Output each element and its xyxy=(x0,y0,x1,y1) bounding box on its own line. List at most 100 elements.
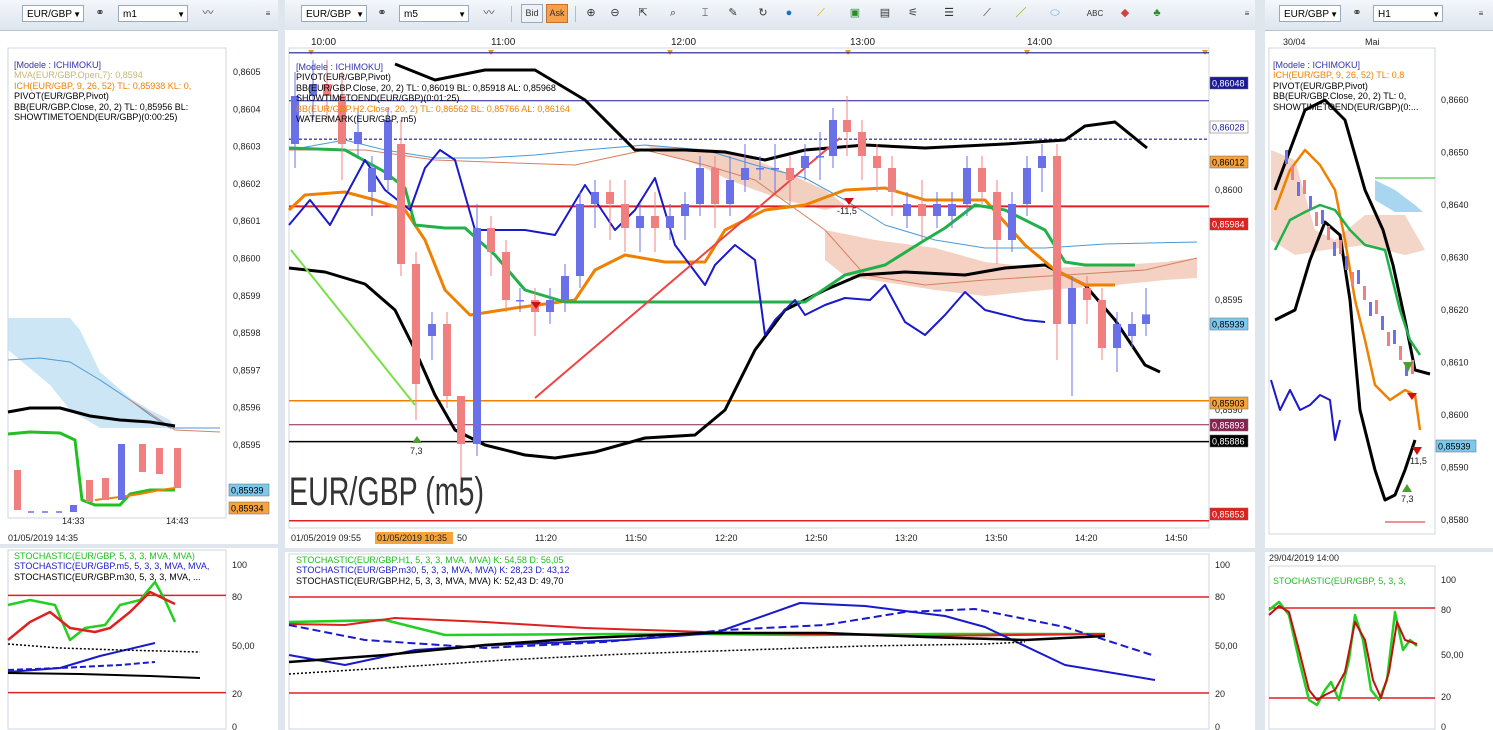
legend-line: BB(EUR/GBP.Close, 20, 2) TL: 0, xyxy=(1273,91,1407,102)
candle-body xyxy=(801,156,809,168)
price-tag: 0,86028 xyxy=(1212,123,1245,133)
stochastic-axis-label: 80 xyxy=(232,592,242,602)
stochastic-axis-label: 100 xyxy=(232,560,247,570)
bottom-time-label: 13:20 xyxy=(895,533,918,543)
candle-body xyxy=(873,156,881,168)
legend-line: STOCHASTIC(EUR/GBP.H1, 5, 3, 3, MVA, MVA… xyxy=(296,555,564,565)
top-time-label: Mai xyxy=(1365,37,1380,47)
candle-body xyxy=(1387,332,1390,346)
candle-body xyxy=(487,228,495,252)
legend-line: [Modele : ICHIMOKU] xyxy=(1273,60,1361,70)
price-axis-label: 0,8600 xyxy=(1441,410,1469,420)
stochastic-axis-label: 20 xyxy=(1215,689,1225,699)
ichimoku-cloud xyxy=(1375,180,1423,212)
candle-body xyxy=(993,192,1001,240)
candle-body xyxy=(1327,226,1330,240)
candle-body xyxy=(933,204,941,216)
price-axis-label: 0,8600 xyxy=(233,254,261,264)
bottom-time-label: 11:20 xyxy=(535,533,557,543)
candle-body xyxy=(888,168,896,192)
left-indicator-legend: [Modele : ICHIMOKU] MVA(EUR/GBP.Open,7): … xyxy=(14,60,191,122)
candle-body xyxy=(1008,204,1016,240)
bottom-time-label: 12:50 xyxy=(805,533,828,543)
legend-line: [Modele : ICHIMOKU] xyxy=(296,62,384,72)
legend-line: PIVOT(EUR/GBP,Pivot) xyxy=(296,72,391,83)
price-axis-label: 0,8602 xyxy=(233,179,261,189)
signal-label: 7,3 xyxy=(410,446,423,456)
candle-body xyxy=(412,264,420,384)
candle-body xyxy=(903,204,911,216)
candle-body xyxy=(397,144,405,264)
candle-body xyxy=(1315,212,1318,226)
price-axis-label: 0,8596 xyxy=(233,403,261,413)
price-axis-label: 0,8600 xyxy=(1215,185,1243,195)
legend-line: BB(EUR/GBP.Close, 20, 2) TL: 0,86019 BL:… xyxy=(296,82,556,93)
stochastic-axis-label: 50,00 xyxy=(1441,650,1464,660)
stochastic-m30-d xyxy=(7,643,201,653)
candle-body xyxy=(606,192,614,204)
candle-body xyxy=(473,228,481,444)
candle-body xyxy=(1381,316,1384,330)
price-axis-label: 0,8610 xyxy=(1441,358,1469,368)
price-axis-label: 0,8590 xyxy=(1441,463,1469,473)
bottom-time-label: 14:50 xyxy=(1165,533,1188,543)
time-label: 14:33 xyxy=(62,516,85,526)
candle-body xyxy=(816,156,824,158)
candle-body xyxy=(354,132,362,144)
top-time-label: 11:00 xyxy=(491,37,516,48)
candle-body xyxy=(1369,302,1372,316)
price-axis-label: 0,8595 xyxy=(1215,295,1243,305)
candle-body xyxy=(829,120,837,156)
price-tag: 0,85903 xyxy=(1212,399,1245,409)
center-indicator-legend: [Modele : ICHIMOKU] PIVOT(EUR/GBP,Pivot) B… xyxy=(296,62,570,124)
price-axis-label: 0,8601 xyxy=(233,216,261,226)
candle-body xyxy=(681,204,689,216)
candle-body xyxy=(963,168,971,204)
candle-body xyxy=(1142,314,1150,324)
stochastic-axis-label: 20 xyxy=(232,689,242,699)
candle-body xyxy=(156,448,163,474)
legend-line: STOCHASTIC(EUR/GBP.m5, 5, 3, 3, MVA, MVA… xyxy=(14,561,210,572)
stochastic-axis-label: 0 xyxy=(1441,722,1446,730)
candle-body xyxy=(786,168,794,180)
candle-body xyxy=(502,252,510,300)
candle-body xyxy=(666,216,674,228)
legend-line: BB(EUR/GBP.Close, 20, 2) TL: 0,85956 BL: xyxy=(14,101,189,112)
candle-body xyxy=(1399,346,1402,360)
legend-line: PIVOT(EUR/GBP,Pivot) xyxy=(1273,80,1368,91)
legend-line: BB(EUR/GBP.H2.Close, 20, 2) TL: 0,86562 … xyxy=(296,103,570,114)
legend-line: STOCHASTIC(EUR/GBP.m30, 5, 3, 3, MVA, ..… xyxy=(14,571,201,582)
legend-line: [Modele : ICHIMOKU] xyxy=(14,60,102,70)
price-axis-label: 0,8650 xyxy=(1441,148,1469,158)
stochastic-axis-label: 80 xyxy=(1215,592,1225,602)
price-axis-label: 0,8660 xyxy=(1441,95,1469,105)
price-tag: 0,85939 xyxy=(1438,442,1471,452)
candle-body xyxy=(516,300,524,302)
stochastic-axis-label: 80 xyxy=(1441,605,1451,615)
candle-body xyxy=(443,324,451,396)
candle-body xyxy=(1285,150,1288,164)
candle-body xyxy=(1375,300,1378,314)
candle-body xyxy=(711,168,719,204)
stochastic-m5-d xyxy=(7,661,156,671)
stochastic-frame xyxy=(1268,565,1436,730)
stochastic-d xyxy=(7,590,176,641)
candle-body xyxy=(1291,166,1294,180)
candle-body xyxy=(1068,288,1076,324)
bottom-time-label: 01/05/2019 09:55 xyxy=(291,533,361,543)
chart-watermark: EUR/GBP (m5) xyxy=(289,470,484,514)
bottom-time-label: 50 xyxy=(457,533,467,543)
price-axis-label: 0,8620 xyxy=(1441,305,1469,315)
candle-body xyxy=(139,444,146,472)
bottom-time-label: 14:20 xyxy=(1075,533,1098,543)
price-axis-label: 0,8603 xyxy=(233,142,261,152)
candle-body xyxy=(696,168,704,204)
price-tag: 0,85934 xyxy=(231,504,264,514)
center-stochastic-legend: STOCHASTIC(EUR/GBP.H1, 5, 3, 3, MVA, MVA… xyxy=(296,555,569,586)
stochastic-axis-label: 0 xyxy=(1215,722,1220,730)
legend-line: ICH(EUR/GBP, 9, 26, 52) TL: 0,8 xyxy=(1273,70,1405,81)
time-label: 14:43 xyxy=(166,516,189,526)
legend-line: SHOWTIMETOEND(EUR/GBP)(0:01:25) xyxy=(296,93,460,104)
signal-label: -11,5 xyxy=(1407,456,1427,466)
candle-body xyxy=(1351,272,1354,286)
